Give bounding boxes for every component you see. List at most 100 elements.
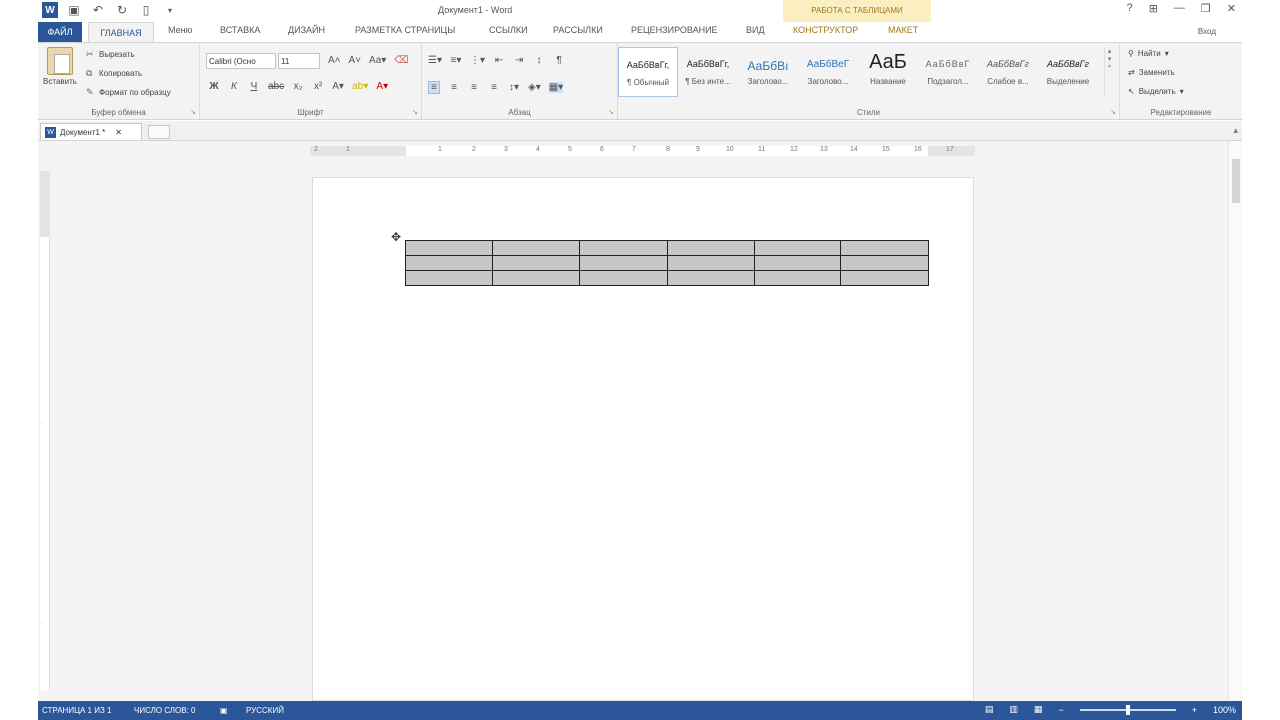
table-cell[interactable] [405, 270, 493, 286]
table-move-handle-icon[interactable]: ✥ [391, 230, 403, 244]
tab-table-layout[interactable]: МАКЕТ [888, 25, 918, 35]
table-cell[interactable] [579, 270, 668, 286]
minimize-button[interactable]: — [1174, 2, 1185, 15]
subscript-icon[interactable]: x₂ [292, 81, 304, 92]
new-tab-button[interactable] [148, 125, 170, 139]
web-layout-icon[interactable]: ▦ [1034, 704, 1043, 715]
strikethrough-icon[interactable]: abc [268, 81, 284, 92]
style-heading-2[interactable]: АаБбВеГ Заголово... [798, 47, 858, 97]
document-table[interactable] [405, 240, 929, 286]
help-button[interactable]: ? [1127, 2, 1133, 15]
clear-format-icon[interactable]: ⌫ [394, 55, 408, 66]
bullets-icon[interactable]: ☰▾ [428, 55, 442, 66]
tab-mailings[interactable]: РАССЫЛКИ [553, 25, 603, 35]
style-subtle-emphasis[interactable]: АаБбВвГг Слабое в... [978, 47, 1038, 97]
line-spacing-icon[interactable]: ↕▾ [508, 82, 520, 93]
proofing-icon[interactable]: ▣ [220, 706, 228, 715]
table-cell[interactable] [492, 270, 580, 286]
table-cell[interactable] [405, 240, 493, 256]
change-case-icon[interactable]: Aa▾ [369, 55, 386, 66]
table-cell[interactable] [667, 270, 755, 286]
word-count[interactable]: ЧИСЛО СЛОВ: 0 [134, 706, 196, 715]
table-cell[interactable] [492, 255, 580, 271]
font-color-icon[interactable]: A▾ [376, 81, 388, 92]
table-cell[interactable] [754, 270, 841, 286]
collapse-ribbon-icon[interactable]: ▴ [1233, 125, 1238, 136]
page-count[interactable]: СТРАНИЦА 1 ИЗ 1 [42, 706, 111, 715]
show-marks-icon[interactable]: ¶ [553, 55, 565, 66]
table-cell[interactable] [667, 255, 755, 271]
numbering-icon[interactable]: ≡▾ [450, 55, 462, 66]
vertical-scrollbar[interactable] [1228, 141, 1242, 701]
copy-button[interactable]: ⧉ Копировать [86, 68, 142, 79]
find-button[interactable]: ⚲ Найти ▾ [1128, 49, 1169, 58]
clipboard-launcher-icon[interactable]: ↘ [190, 108, 196, 116]
multilevel-list-icon[interactable]: ⋮▾ [470, 55, 485, 66]
save-icon[interactable]: ▣ [66, 2, 82, 18]
table-cell[interactable] [754, 255, 841, 271]
tab-design[interactable]: ДИЗАЙН [288, 25, 325, 35]
style-title[interactable]: АаБ Название [858, 47, 918, 97]
horizontal-ruler[interactable]: 2 1 1 2 3 4 5 6 7 8 9 10 11 12 13 14 15 … [310, 146, 975, 156]
undo-icon[interactable]: ↶ [90, 2, 106, 18]
customize-qat-icon[interactable]: ▾ [162, 2, 178, 18]
tab-insert[interactable]: ВСТАВКА [220, 25, 260, 35]
styles-gallery-scroll[interactable]: ▴ ▾ ⩡ [1104, 47, 1114, 97]
replace-button[interactable]: ⇄ Заменить [1128, 68, 1175, 77]
close-button[interactable]: ✕ [1227, 2, 1236, 15]
tab-home[interactable]: ГЛАВНАЯ [88, 22, 154, 43]
close-tab-icon[interactable]: ✕ [115, 128, 122, 137]
increase-indent-icon[interactable]: ⇥ [513, 55, 525, 66]
style-subtitle[interactable]: АаБбВвГ Подзагол... [918, 47, 978, 97]
style-no-spacing[interactable]: АаБбВвГг, ¶ Без инте... [678, 47, 738, 97]
borders-icon[interactable]: ▦▾ [548, 82, 564, 93]
select-button[interactable]: ↖ Выделить ▾ [1128, 87, 1184, 96]
style-normal[interactable]: АаБбВвГг, ¶ Обычный [618, 47, 678, 97]
tab-file[interactable]: ФАЙЛ [38, 22, 82, 42]
decrease-indent-icon[interactable]: ⇤ [493, 55, 505, 66]
table-cell[interactable] [579, 240, 668, 256]
read-mode-icon[interactable]: ▤ [985, 704, 994, 715]
table-cell[interactable] [667, 240, 755, 256]
ribbon-display-button[interactable]: ⊞ [1149, 2, 1158, 15]
align-left-icon[interactable]: ≡ [428, 81, 440, 94]
new-document-icon[interactable]: ▯ [138, 2, 154, 18]
table-cell[interactable] [492, 240, 580, 256]
shading-icon[interactable]: ◈▾ [528, 82, 541, 93]
tab-menu[interactable]: Меню [168, 25, 192, 35]
grow-font-icon[interactable]: A˄ [328, 55, 341, 66]
tab-layout[interactable]: РАЗМЕТКА СТРАНИЦЫ [355, 25, 455, 35]
format-painter-button[interactable]: ✎ Формат по образцу [86, 87, 171, 98]
tab-view[interactable]: ВИД [746, 25, 765, 35]
table-cell[interactable] [840, 240, 929, 256]
text-effects-icon[interactable]: A▾ [332, 81, 344, 92]
styles-launcher-icon[interactable]: ↘ [1110, 108, 1116, 116]
document-page[interactable]: ✥ [312, 177, 974, 701]
style-emphasis[interactable]: АаБбВвГг Выделение [1038, 47, 1098, 97]
zoom-out-icon[interactable]: − [1058, 705, 1063, 715]
table-cell[interactable] [754, 240, 841, 256]
font-launcher-icon[interactable]: ↘ [412, 108, 418, 116]
font-size-combo[interactable]: 11 [278, 53, 320, 69]
cut-button[interactable]: ✂ Вырезать [86, 49, 135, 60]
table-cell[interactable] [840, 255, 929, 271]
zoom-in-icon[interactable]: + [1192, 705, 1197, 715]
print-layout-icon[interactable]: ▥ [1009, 704, 1018, 715]
scrollbar-thumb[interactable] [1232, 159, 1240, 203]
zoom-slider[interactable] [1079, 704, 1176, 715]
paragraph-launcher-icon[interactable]: ↘ [608, 108, 614, 116]
table-cell[interactable] [840, 270, 929, 286]
restore-button[interactable]: ❐ [1201, 2, 1211, 15]
vertical-ruler[interactable]: · · · · · · [40, 171, 50, 691]
sign-in-link[interactable]: Вход [1198, 27, 1216, 36]
word-logo-icon[interactable]: W [42, 2, 58, 18]
shrink-font-icon[interactable]: A˅ [349, 55, 362, 66]
redo-icon[interactable]: ↻ [114, 2, 130, 18]
zoom-slider-knob[interactable] [1125, 704, 1130, 715]
sort-icon[interactable]: ↕ [533, 55, 545, 66]
tab-table-design[interactable]: КОНСТРУКТОР [793, 25, 858, 35]
style-heading-1[interactable]: АаБбВı Заголово... [738, 47, 798, 97]
superscript-icon[interactable]: x² [312, 81, 324, 92]
underline-icon[interactable]: Ч [248, 81, 260, 92]
paste-button[interactable]: Вставить [40, 47, 80, 86]
